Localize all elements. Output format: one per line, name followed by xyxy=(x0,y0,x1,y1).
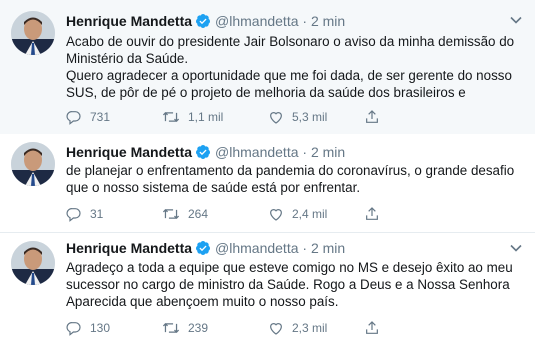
retweet-button[interactable]: 1,1 mil xyxy=(162,107,223,127)
tweet-header: Henrique Mandetta @lhmandetta · 2 min xyxy=(66,11,345,31)
heart-icon xyxy=(270,209,282,221)
heart-icon xyxy=(270,323,282,335)
like-count: 5,3 mil xyxy=(292,110,328,124)
timestamp[interactable]: 2 min xyxy=(311,240,345,256)
author-name[interactable]: Henrique Mandetta xyxy=(66,240,192,256)
author-handle[interactable]: @lhmandetta xyxy=(215,144,298,160)
like-button[interactable]: 2,4 mil xyxy=(268,204,327,224)
timestamp[interactable]: 2 min xyxy=(311,144,345,160)
author-handle[interactable]: @lhmandetta xyxy=(215,240,298,256)
reply-count: 130 xyxy=(90,321,111,335)
author-handle[interactable]: @lhmandetta xyxy=(215,13,298,29)
reply-count: 31 xyxy=(90,207,104,221)
chevron-down-icon[interactable] xyxy=(509,241,523,255)
share-button[interactable] xyxy=(364,318,388,338)
reply-button[interactable]: 31 xyxy=(66,204,103,224)
like-count: 2,4 mil xyxy=(292,207,328,221)
reply-button[interactable]: 130 xyxy=(66,318,110,338)
reply-button[interactable]: 731 xyxy=(66,107,110,127)
avatar[interactable] xyxy=(11,241,55,285)
like-button[interactable]: 2,3 mil xyxy=(268,318,327,338)
like-button[interactable]: 5,3 mil xyxy=(268,107,327,127)
tweet[interactable]: Henrique Mandetta @lhmandetta · 2 min de … xyxy=(0,134,535,232)
tweet-header: Henrique Mandetta @lhmandetta · 2 min xyxy=(66,142,345,162)
separator-dot: · xyxy=(302,13,308,29)
tweet-header: Henrique Mandetta @lhmandetta · 2 min xyxy=(66,238,345,258)
timestamp[interactable]: 2 min xyxy=(311,13,345,29)
like-count: 2,3 mil xyxy=(292,321,328,335)
tweet-text: Acabo de ouvir do presidente Jair Bolson… xyxy=(66,34,515,100)
action-bar: 130 239 2,3 mil xyxy=(66,318,466,338)
tweet[interactable]: Henrique Mandetta @lhmandetta · 2 min Agr… xyxy=(0,232,535,344)
action-bar: 731 1,1 mil 5,3 mil xyxy=(66,107,466,127)
reply-icon xyxy=(66,111,81,125)
heart-icon xyxy=(270,112,282,124)
verified-badge-icon xyxy=(195,13,211,34)
retweet-icon xyxy=(162,208,180,220)
share-icon xyxy=(366,321,378,334)
share-button[interactable] xyxy=(364,107,388,127)
reply-icon xyxy=(66,208,81,222)
retweet-icon xyxy=(162,322,180,334)
reply-count: 731 xyxy=(90,110,111,124)
verified-badge-icon xyxy=(195,240,211,261)
share-icon xyxy=(366,207,378,220)
reply-icon xyxy=(66,322,81,336)
chevron-down-icon[interactable] xyxy=(509,13,523,27)
retweet-button[interactable]: 239 xyxy=(162,318,208,338)
avatar[interactable] xyxy=(11,11,55,55)
separator-dot: · xyxy=(302,144,308,160)
action-bar: 31 264 2,4 mil xyxy=(66,204,466,224)
retweet-count: 1,1 mil xyxy=(188,110,224,124)
retweet-icon xyxy=(162,111,180,123)
share-button[interactable] xyxy=(364,204,388,224)
tweet-text: de planejar o enfrentamento da pandemia … xyxy=(66,163,515,195)
tweet[interactable]: Henrique Mandetta @lhmandetta · 2 min Aca… xyxy=(0,0,535,134)
retweet-button[interactable]: 264 xyxy=(162,204,208,224)
author-name[interactable]: Henrique Mandetta xyxy=(66,13,192,29)
retweet-count: 264 xyxy=(188,207,209,221)
author-name[interactable]: Henrique Mandetta xyxy=(66,144,192,160)
tweet-text: Agradeço a toda a equipe que esteve comi… xyxy=(66,260,513,309)
separator-dot: · xyxy=(302,240,308,256)
avatar[interactable] xyxy=(11,142,55,186)
share-icon xyxy=(366,110,378,123)
retweet-count: 239 xyxy=(188,321,209,335)
